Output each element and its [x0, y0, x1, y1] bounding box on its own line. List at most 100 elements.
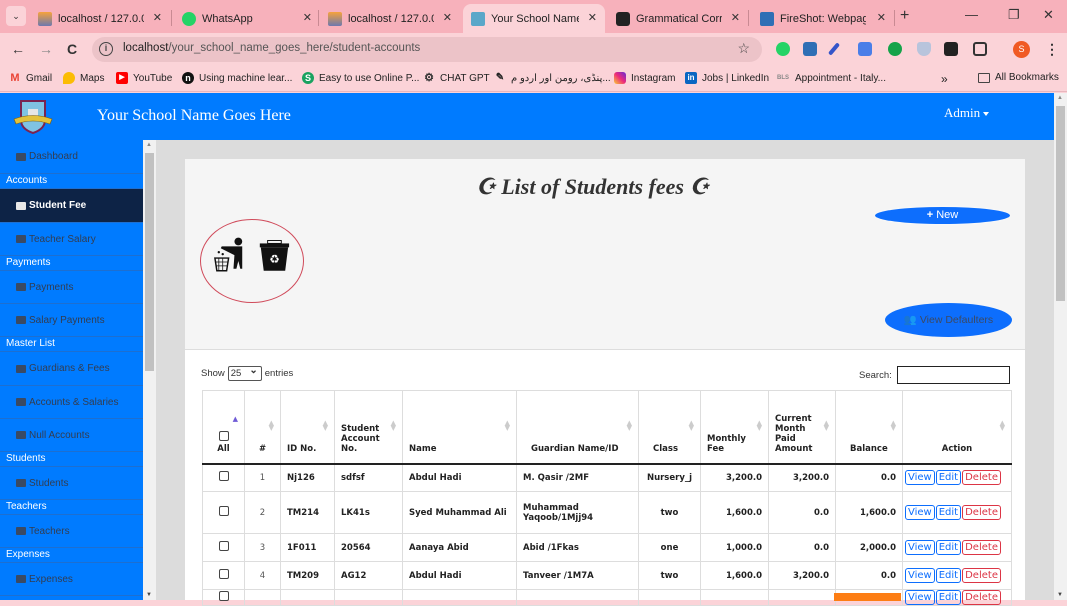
- site-info-icon[interactable]: i: [99, 42, 113, 56]
- url-text[interactable]: localhost/your_school_name_goes_here/stu…: [123, 42, 420, 54]
- delete-button[interactable]: Delete: [962, 505, 1001, 520]
- scroll-down-icon[interactable]: ▼: [1057, 592, 1063, 598]
- browser-menu-icon[interactable]: ⋮: [1045, 41, 1059, 58]
- column-header-action[interactable]: Action ▲ ▼: [902, 390, 1012, 465]
- sidebar-item-salary-payments[interactable]: Salary Payments: [0, 304, 143, 337]
- all-bookmarks-button[interactable]: All Bookmarks: [978, 72, 1059, 83]
- view-button[interactable]: View: [905, 590, 935, 605]
- column-header-balance[interactable]: Balance ▲ ▼: [835, 390, 903, 465]
- scroll-down-icon[interactable]: ▼: [146, 592, 152, 598]
- column-header-account[interactable]: Student Account No. ▲ ▼: [334, 390, 403, 465]
- sort-icon[interactable]: ▲ ▼: [627, 420, 632, 432]
- row-checkbox[interactable]: [218, 506, 229, 516]
- fireshot-extension-icon[interactable]: [803, 42, 817, 56]
- close-tab-icon[interactable]: ✕: [153, 11, 162, 24]
- row-checkbox[interactable]: [218, 541, 229, 551]
- row-checkbox[interactable]: [218, 569, 229, 579]
- browser-tab-active[interactable]: Your School Name Goes Here ✕: [463, 4, 605, 33]
- close-tab-icon[interactable]: ✕: [443, 11, 452, 24]
- restore-button[interactable]: ❐: [1008, 7, 1020, 23]
- delete-button[interactable]: Delete: [962, 590, 1001, 605]
- edit-button[interactable]: Edit: [935, 470, 962, 486]
- entries-select[interactable]: 25: [227, 364, 262, 381]
- scroll-up-icon[interactable]: ▲: [1057, 95, 1063, 101]
- minimize-button[interactable]: —: [965, 7, 978, 22]
- admin-dropdown[interactable]: Admin: [944, 105, 990, 121]
- bookmark-item[interactable]: BLS Appointment - Italy...: [776, 72, 886, 84]
- new-button[interactable]: + New: [875, 207, 1010, 224]
- edit-button[interactable]: Edit: [935, 568, 962, 583]
- more-bookmarks-button[interactable]: »: [941, 72, 948, 86]
- page-scrollbar[interactable]: ▲ ▼: [1054, 93, 1067, 600]
- browser-tab[interactable]: FireShot: Webpage Screenshot ✕: [752, 4, 894, 33]
- sidebar-item-student-fee[interactable]: Student Fee: [0, 189, 143, 223]
- sidebar-scrollbar[interactable]: ▲ ▼: [143, 140, 156, 600]
- browser-tab[interactable]: Grammatical Correction ✕: [608, 4, 748, 33]
- bookmark-star-icon[interactable]: ☆: [737, 40, 750, 57]
- sidebar-item-teacher-salary[interactable]: Teacher Salary: [0, 223, 143, 256]
- column-header-name[interactable]: Name ▲ ▼: [402, 390, 517, 465]
- delete-button[interactable]: Delete: [962, 540, 1001, 555]
- profile-avatar[interactable]: S: [1013, 41, 1030, 58]
- sidebar-item-null-accounts[interactable]: Null Accounts: [0, 419, 143, 452]
- close-window-button[interactable]: ✕: [1043, 7, 1054, 23]
- sort-icon[interactable]: ▲ ▼: [323, 420, 328, 432]
- sidebar-item-dashboard[interactable]: Dashboard: [0, 140, 143, 174]
- close-tab-icon[interactable]: ✕: [588, 11, 597, 24]
- reload-button[interactable]: C: [67, 41, 77, 57]
- sort-icon[interactable]: ▲ ▼: [391, 420, 396, 432]
- pen-extension-icon[interactable]: [827, 42, 841, 56]
- page-scroll-thumb[interactable]: [1056, 106, 1065, 301]
- back-button[interactable]: ←: [11, 41, 25, 57]
- view-defaulters-button[interactable]: 👥 View Defaulters: [885, 303, 1012, 337]
- bookmark-item[interactable]: S Easy to use Online P...: [302, 72, 419, 84]
- new-tab-button[interactable]: +: [900, 7, 909, 25]
- delete-button[interactable]: Delete: [962, 568, 1001, 583]
- sort-icon[interactable]: ▲ ▼: [689, 420, 694, 432]
- bookmark-item[interactable]: in Jobs | LinkedIn: [685, 72, 769, 84]
- sidebar-item-expenses[interactable]: Expenses: [0, 563, 143, 596]
- view-button[interactable]: View: [905, 568, 935, 583]
- sort-icon[interactable]: ▲ ▼: [1000, 420, 1005, 432]
- column-header-guardian[interactable]: Guardian Name/ID ▲ ▼: [516, 390, 639, 465]
- view-button[interactable]: View: [905, 505, 935, 520]
- tab-search-button[interactable]: ⌄: [6, 6, 26, 26]
- edit-button[interactable]: Edit: [935, 590, 962, 605]
- column-header-id[interactable]: ID No. ▲ ▼: [280, 390, 335, 465]
- search-input[interactable]: [896, 366, 1010, 384]
- bookmark-item[interactable]: M Gmail: [9, 72, 52, 84]
- extension-icon[interactable]: [944, 42, 958, 56]
- column-header-paid-amount[interactable]: Current Month Paid Amount ▲ ▼: [768, 390, 836, 465]
- scroll-up-icon[interactable]: ▲: [146, 142, 152, 148]
- row-checkbox[interactable]: [218, 471, 229, 482]
- close-tab-icon[interactable]: ✕: [303, 11, 312, 24]
- sidebar-scroll-thumb[interactable]: [145, 153, 154, 371]
- close-tab-icon[interactable]: ✕: [877, 11, 886, 24]
- select-all-checkbox[interactable]: [218, 430, 229, 441]
- sidebar-item-guardians-fees[interactable]: Guardians & Fees: [0, 352, 143, 386]
- site-title[interactable]: Your School Name Goes Here: [97, 107, 291, 125]
- sidebar-item-payments[interactable]: Payments: [0, 271, 143, 304]
- shield-extension-icon[interactable]: [917, 42, 931, 56]
- sort-asc-icon[interactable]: ▲: [233, 416, 238, 423]
- grammarly-extension-icon[interactable]: [888, 42, 902, 56]
- column-header-number[interactable]: # ▲ ▼: [244, 390, 281, 465]
- column-header-class[interactable]: Class ▲ ▼: [638, 390, 701, 465]
- sidebar-item-students[interactable]: Students: [0, 467, 143, 500]
- close-tab-icon[interactable]: ✕: [731, 11, 740, 24]
- bookmark-item[interactable]: n Using machine lear...: [182, 72, 292, 84]
- view-button[interactable]: View: [905, 470, 935, 486]
- sort-icon[interactable]: ▲ ▼: [505, 420, 510, 432]
- sort-icon[interactable]: ▲ ▼: [824, 420, 829, 432]
- bookmark-item[interactable]: ✎ پنڈی، رومن اور اردو م...: [494, 72, 611, 84]
- sort-icon[interactable]: ▲ ▼: [757, 420, 762, 432]
- bookmark-item[interactable]: ▶ YouTube: [116, 72, 172, 84]
- bookmark-item[interactable]: ⚙ CHAT GPT: [423, 72, 490, 84]
- extensions-puzzle-icon[interactable]: [973, 42, 987, 56]
- sidebar-item-accounts-salaries[interactable]: Accounts & Salaries: [0, 386, 143, 419]
- browser-tab[interactable]: localhost / 127.0.0.1 / ... ✕: [30, 4, 170, 33]
- forward-button[interactable]: →: [39, 41, 53, 57]
- column-header-select-all[interactable]: All ▲: [202, 390, 245, 465]
- whatsapp-extension-icon[interactable]: [776, 42, 790, 56]
- bookmark-item[interactable]: Maps: [63, 72, 104, 84]
